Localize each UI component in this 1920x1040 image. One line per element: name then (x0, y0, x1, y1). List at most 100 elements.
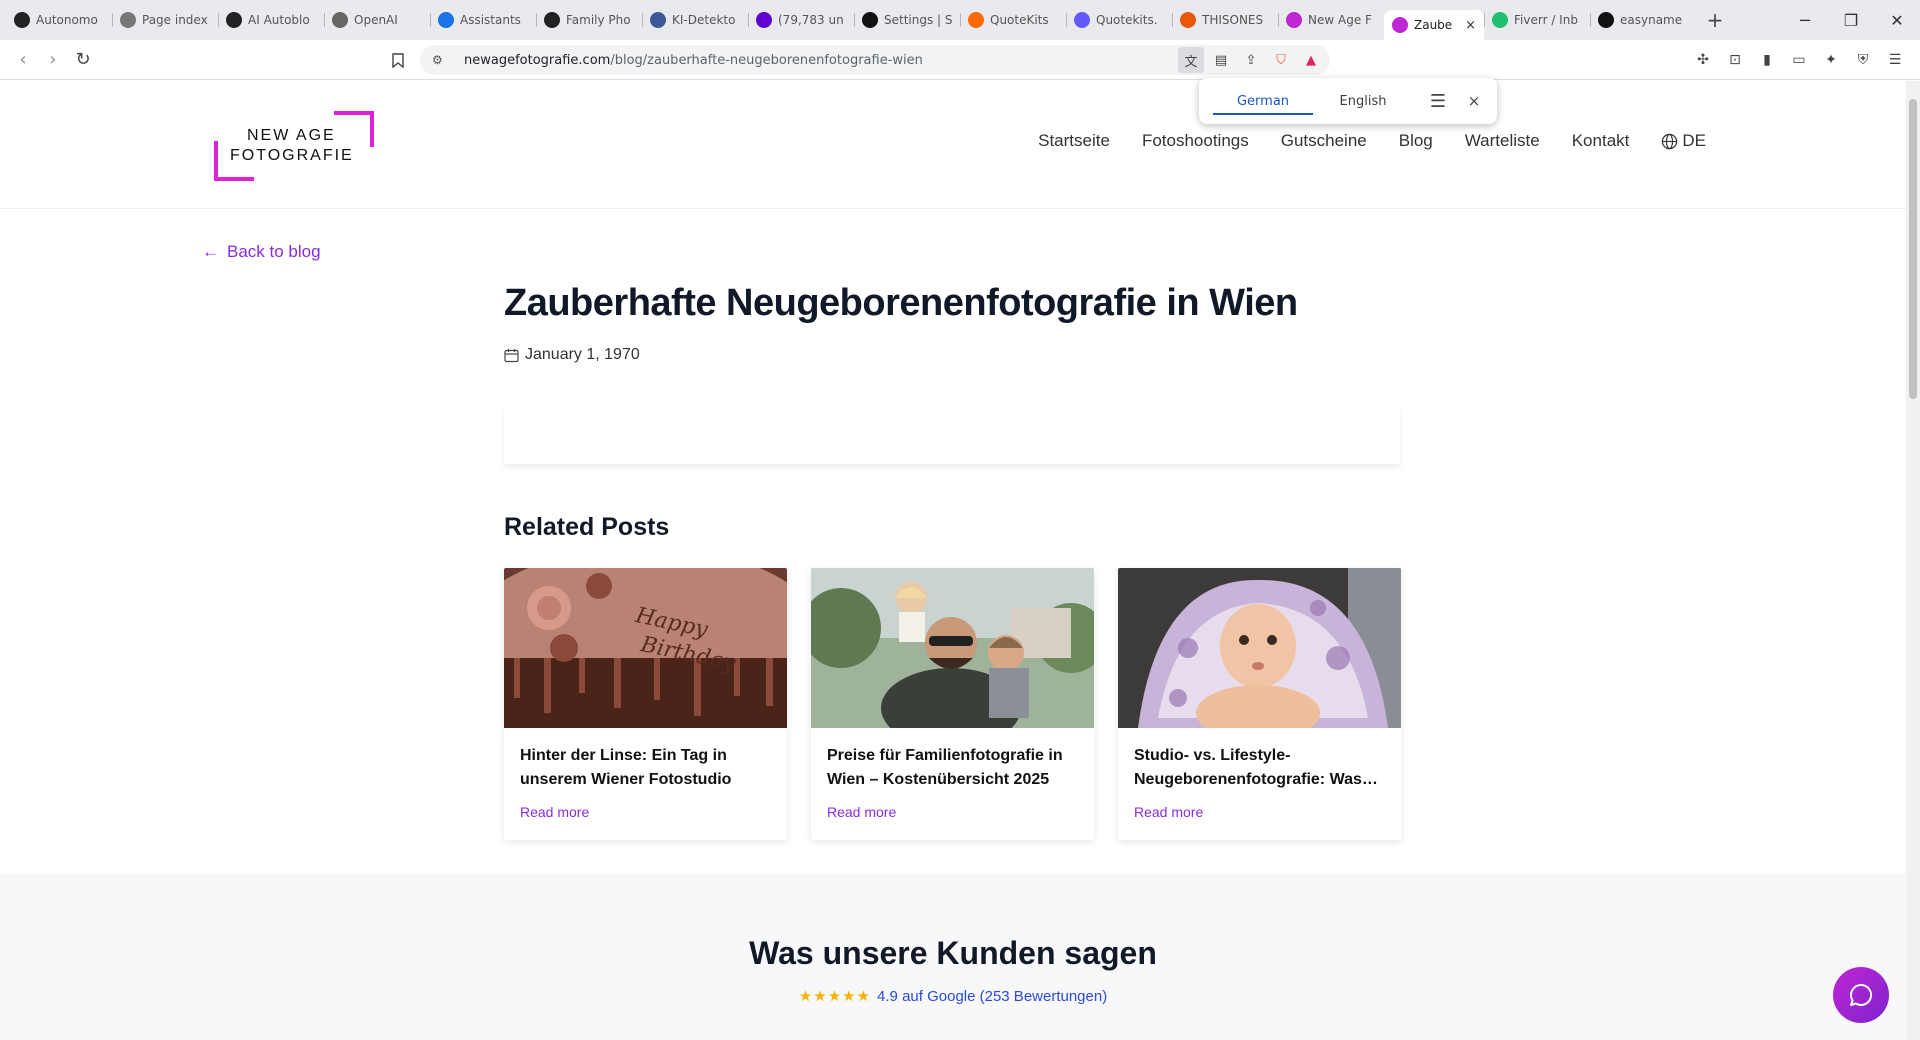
browser-tab[interactable]: OpenAI (324, 5, 430, 35)
forward-arrow-icon[interactable]: › (38, 45, 68, 75)
browser-tab[interactable]: Fiverr / Inb (1484, 5, 1590, 35)
brave-shields-icon[interactable]: ⛉ (1268, 47, 1294, 73)
baby-blanket-image[interactable] (1118, 568, 1401, 728)
related-post-title[interactable]: Preise für Familienfotografie in Wien – … (811, 728, 1094, 794)
tab-label: KI-Detekto (672, 13, 736, 27)
menu-icon[interactable]: ☰ (1882, 45, 1908, 75)
tab-label: Assistants (460, 13, 521, 27)
browser-tab[interactable]: Assistants (430, 5, 536, 35)
calendar-icon (504, 348, 519, 362)
related-post-card[interactable]: Preise für Familienfotografie in Wien – … (811, 568, 1094, 840)
close-window-icon[interactable]: ✕ (1874, 0, 1920, 40)
read-more-link[interactable]: Read more (1118, 794, 1401, 820)
restore-icon[interactable]: ❐ (1828, 0, 1874, 40)
sidebar-icon[interactable]: ▮ (1754, 45, 1780, 75)
reload-icon[interactable]: ↻ (68, 45, 98, 75)
tab-label: Autonomo (36, 13, 98, 27)
minimize-icon[interactable]: ─ (1782, 0, 1828, 40)
nav-warteliste[interactable]: Warteliste (1465, 131, 1540, 151)
tab-label: QuoteKits (990, 13, 1049, 27)
site-header: NEW AGE FOTOGRAFIE Startseite Fotoshooti… (0, 81, 1906, 209)
share-icon[interactable]: ⇪ (1238, 47, 1264, 73)
globe-icon (1662, 133, 1678, 149)
tab-label: Settings | S (884, 13, 952, 27)
nav-blog[interactable]: Blog (1399, 131, 1433, 151)
read-more-link[interactable]: Read more (811, 794, 1094, 820)
bookmark-icon[interactable] (383, 45, 413, 75)
browser-toolbar: ‹ › ↻ ⚙ newagefotografie.com/blog/zauber… (0, 40, 1920, 80)
testimonials-section: Was unsere Kunden sagen ★★★★★ 4.9 auf Goo… (0, 874, 1906, 1040)
reader-mode-icon[interactable]: ▤ (1208, 47, 1234, 73)
extensions-icon[interactable]: ✣ (1690, 45, 1716, 75)
page-index-icon (120, 12, 136, 28)
openai-icon (226, 12, 242, 28)
family-photo-image[interactable] (811, 568, 1094, 728)
new-tab-button[interactable]: + (1700, 5, 1730, 35)
nav-kontakt[interactable]: Kontakt (1572, 131, 1630, 151)
translate-icon[interactable]: 文 (1178, 47, 1204, 73)
translate-german-tab[interactable]: German (1213, 81, 1313, 121)
vpn-icon[interactable]: ⛨ (1850, 45, 1876, 75)
nav-gutscheine[interactable]: Gutscheine (1281, 131, 1367, 151)
address-bar[interactable]: ⚙ newagefotografie.com/blog/zauberhafte-… (420, 45, 1330, 75)
browser-tab[interactable]: Quotekits. (1066, 5, 1172, 35)
tab-list: Autonomo Page index AI Autoblo OpenAI Assist… (0, 0, 1696, 40)
logo-text-line2: FOTOGRAFIE (230, 147, 354, 164)
address-bar-actions: 文 ▤ ⇪ ⛉ ▲ (1178, 47, 1324, 73)
back-to-blog-label: Back to blog (227, 242, 321, 261)
browser-tab[interactable]: QuoteKits (960, 5, 1066, 35)
close-tab-icon[interactable]: × (1465, 18, 1476, 33)
related-post-title[interactable]: Studio- vs. Lifestyle-Neugeborenenfotogr… (1118, 728, 1401, 794)
window-controls: ─ ❐ ✕ (1782, 0, 1920, 40)
newage-icon (1392, 17, 1408, 33)
browser-tab[interactable]: New Age F (1278, 5, 1384, 35)
openai-icon (14, 12, 30, 28)
browser-tab[interactable]: Page index (112, 5, 218, 35)
related-post-card[interactable]: Studio- vs. Lifestyle-Neugeborenenfotogr… (1118, 568, 1401, 840)
browser-tab-strip: Autonomo Page index AI Autoblo OpenAI Assist… (0, 0, 1920, 40)
logo-text-line1: NEW AGE (247, 127, 336, 144)
page-scrollbar[interactable] (1906, 81, 1920, 1040)
browser-tab[interactable]: THISONES (1172, 5, 1278, 35)
birthday-cake-image[interactable]: Happy Birthday (504, 568, 787, 728)
chat-button[interactable] (1833, 967, 1889, 1023)
arrow-left-icon: ← (202, 242, 219, 261)
scrollbar-thumb[interactable] (1909, 99, 1917, 399)
language-switcher[interactable]: DE (1661, 131, 1706, 151)
tab-label: Page index (142, 13, 208, 27)
tab-search-icon[interactable]: ⊡ (1722, 45, 1748, 75)
openai-icon (332, 12, 348, 28)
url-domain: newagefotografie.com (464, 52, 611, 68)
browser-tab[interactable]: easyname (1590, 5, 1696, 35)
related-post-card[interactable]: Happy Birthday Hinter der Linse: Ein Tag… (504, 568, 787, 840)
browser-tab[interactable]: Family Pho (536, 5, 642, 35)
translate-close-icon[interactable]: × (1461, 92, 1487, 110)
fiverr-icon (1492, 12, 1508, 28)
brave-rewards-icon[interactable]: ▲ (1298, 47, 1324, 73)
browser-tab[interactable]: Autonomo (6, 5, 112, 35)
browser-tab[interactable]: AI Autoblo (218, 5, 324, 35)
read-more-link[interactable]: Read more (504, 794, 787, 820)
related-posts-heading: Related Posts (504, 513, 670, 541)
translate-menu-icon[interactable]: ☰ (1425, 91, 1451, 112)
browser-tab[interactable]: (79,783 un (748, 5, 854, 35)
site-logo[interactable]: NEW AGE FOTOGRAFIE (214, 111, 374, 181)
browser-tab[interactable]: Zaube × (1384, 10, 1484, 40)
back-to-blog-link[interactable]: ← Back to blog (202, 242, 321, 262)
s-icon (1074, 12, 1090, 28)
nav-startseite[interactable]: Startseite (1038, 131, 1110, 151)
tab-label: Quotekits. (1096, 13, 1158, 27)
site-info-icon[interactable]: ⚙ (432, 53, 452, 67)
leo-ai-icon[interactable]: ✦ (1818, 45, 1844, 75)
post-content (504, 406, 1400, 464)
browser-tab[interactable]: Settings | S (854, 5, 960, 35)
nav-fotoshootings[interactable]: Fotoshootings (1142, 131, 1249, 151)
translate-english-tab[interactable]: English (1313, 81, 1413, 121)
google-rating[interactable]: ★★★★★ 4.9 auf Google (253 Bewertungen) (0, 987, 1906, 1005)
wallet-icon[interactable]: ▭ (1786, 45, 1812, 75)
browser-tab[interactable]: KI-Detekto (642, 5, 748, 35)
related-post-title[interactable]: Hinter der Linse: Ein Tag in unserem Wie… (504, 728, 787, 794)
back-arrow-icon[interactable]: ‹ (8, 45, 38, 75)
translate-popup: German English ☰ × (1199, 78, 1497, 124)
assistants-icon (438, 12, 454, 28)
